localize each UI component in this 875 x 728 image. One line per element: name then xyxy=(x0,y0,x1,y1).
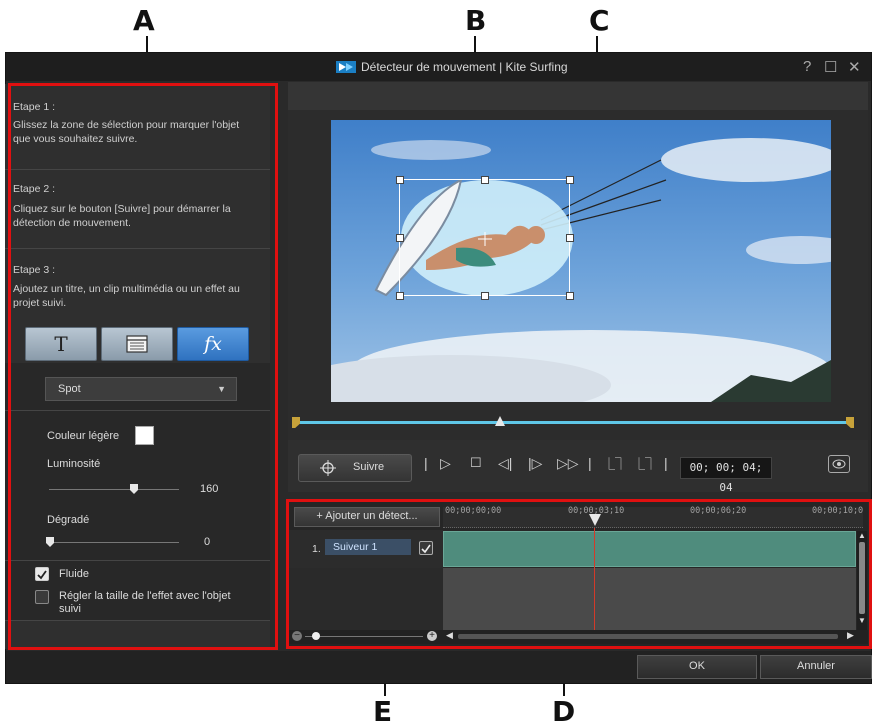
tracker-clip[interactable] xyxy=(443,531,856,567)
tracker-visibility-checkbox[interactable] xyxy=(419,541,433,555)
track-label-area xyxy=(288,568,443,630)
fluid-checkbox[interactable] xyxy=(35,567,49,581)
gradient-slider[interactable] xyxy=(49,542,179,543)
divider xyxy=(5,410,270,411)
resize-effect-checkbox[interactable] xyxy=(35,590,49,604)
app-logo-icon xyxy=(336,61,356,73)
resize-handle[interactable] xyxy=(396,234,404,242)
next-frame-icon[interactable]: |▷ xyxy=(528,455,542,472)
scroll-right-icon[interactable]: ▶ xyxy=(847,630,854,641)
zoom-slider-track[interactable] xyxy=(305,636,423,637)
resize-handle[interactable] xyxy=(566,234,574,242)
ok-button[interactable]: OK xyxy=(637,655,757,679)
divider xyxy=(5,620,270,621)
timeline-ruler[interactable] xyxy=(443,507,863,528)
fast-forward-icon[interactable]: ▷▷ xyxy=(557,455,579,472)
title-bar: Détecteur de mouvement | Kite Surfing ? … xyxy=(6,53,871,81)
luminosity-label: Luminosité xyxy=(47,458,101,470)
chevron-down-icon: ▼ xyxy=(217,384,226,394)
cancel-button[interactable]: Annuler xyxy=(760,655,872,679)
add-tracker-button[interactable]: + Ajouter un détect... xyxy=(294,507,440,527)
mark-in-icon[interactable]: ⎿⏋ xyxy=(603,455,627,472)
stop-icon[interactable]: ☐ xyxy=(470,455,482,471)
timecode-display: 00; 00; 04; 04 xyxy=(680,457,772,494)
checkmark-icon xyxy=(37,570,47,580)
horizontal-scrollbar[interactable] xyxy=(458,634,838,639)
gradient-value: 0 xyxy=(204,536,211,548)
scrubber-track[interactable] xyxy=(297,421,849,424)
vertical-scrollbar[interactable]: ▲ ▼ xyxy=(857,531,867,630)
effect-settings-panel xyxy=(5,363,270,621)
previous-frame-icon[interactable]: ◁| xyxy=(498,455,512,472)
callout-a: A xyxy=(133,4,155,37)
target-icon xyxy=(320,460,336,476)
effect-dropdown-value: Spot xyxy=(58,383,81,395)
fluid-label: Fluide xyxy=(59,568,89,580)
step-2-text: Cliquez sur le bouton [Suivre] pour déma… xyxy=(13,203,231,229)
timeline-playhead-line xyxy=(594,528,595,630)
zoom-slider-thumb[interactable] xyxy=(312,632,320,640)
separator-bar: | xyxy=(424,455,428,471)
maximize-icon[interactable]: ☐ xyxy=(824,58,837,76)
empty-track-area xyxy=(443,568,856,630)
crosshair-icon xyxy=(478,232,492,246)
tracker-name-field[interactable]: Suiveur 1 xyxy=(325,539,411,555)
title-icon: T xyxy=(54,332,68,356)
separator-bar: | xyxy=(664,455,668,471)
ruler-tick-label: 00;00;06;20 xyxy=(690,506,747,516)
window-title: Détecteur de mouvement | Kite Surfing xyxy=(361,60,568,74)
resize-handle[interactable] xyxy=(396,176,404,184)
zoom-out-icon[interactable]: − xyxy=(292,631,302,641)
resize-handle[interactable] xyxy=(481,176,489,184)
scroll-up-icon[interactable]: ▲ xyxy=(857,531,867,540)
preview-toggle-icon[interactable] xyxy=(828,455,850,473)
light-color-swatch[interactable] xyxy=(135,426,154,445)
step-1-text: Glissez la zone de sélection pour marque… xyxy=(13,119,240,145)
media-clip-icon xyxy=(126,335,148,353)
step-3-heading: Etape 3 : xyxy=(13,264,56,276)
fx-icon: fx xyxy=(204,333,222,355)
track-button-label: Suivre xyxy=(353,461,385,473)
resize-handle[interactable] xyxy=(566,292,574,300)
mark-out-icon[interactable]: ⎿⏋ xyxy=(633,455,657,472)
divider xyxy=(5,248,270,249)
preview-header xyxy=(288,82,868,110)
tracker-index: 1. xyxy=(312,543,321,555)
scroll-left-icon[interactable]: ◀ xyxy=(446,630,453,641)
callout-e: E xyxy=(373,695,393,728)
effect-dropdown[interactable]: Spot ▼ xyxy=(45,377,237,401)
zoom-in-icon[interactable]: + xyxy=(427,631,437,641)
luminosity-slider[interactable] xyxy=(49,489,179,490)
ruler-tick-label: 00;00;10;0 xyxy=(812,506,864,516)
divider xyxy=(5,560,270,561)
callout-b: B xyxy=(465,4,487,37)
ruler-tick-label: 00;00;00;00 xyxy=(445,506,502,516)
scrollbar-thumb[interactable] xyxy=(859,542,865,614)
divider xyxy=(5,169,270,170)
track-button[interactable]: Suivre xyxy=(298,454,412,482)
luminosity-value: 160 xyxy=(200,483,219,495)
step-3-text: Ajoutez un titre, un clip multimédia ou … xyxy=(13,283,240,309)
help-icon[interactable]: ? xyxy=(803,58,811,75)
resize-handle[interactable] xyxy=(566,176,574,184)
add-title-button[interactable]: T xyxy=(25,327,97,361)
scroll-down-icon[interactable]: ▼ xyxy=(857,616,867,625)
step-1-heading: Etape 1 : xyxy=(13,101,56,113)
play-icon[interactable]: ▷ xyxy=(440,455,451,472)
resize-handle[interactable] xyxy=(396,292,404,300)
light-color-label: Couleur légère xyxy=(47,430,120,442)
gradient-label: Dégradé xyxy=(47,514,90,526)
separator-bar: | xyxy=(588,455,592,471)
add-media-button[interactable] xyxy=(101,327,173,361)
close-icon[interactable]: ✕ xyxy=(848,58,861,76)
resize-effect-label: Régler la taille de l'effet avec l'objet… xyxy=(59,590,231,615)
resize-handle[interactable] xyxy=(481,292,489,300)
callout-d: D xyxy=(552,695,576,728)
checkmark-icon xyxy=(421,544,431,554)
step-2-heading: Etape 2 : xyxy=(13,183,56,195)
add-effect-button[interactable]: fx xyxy=(177,327,249,361)
callout-c: C xyxy=(589,4,610,37)
